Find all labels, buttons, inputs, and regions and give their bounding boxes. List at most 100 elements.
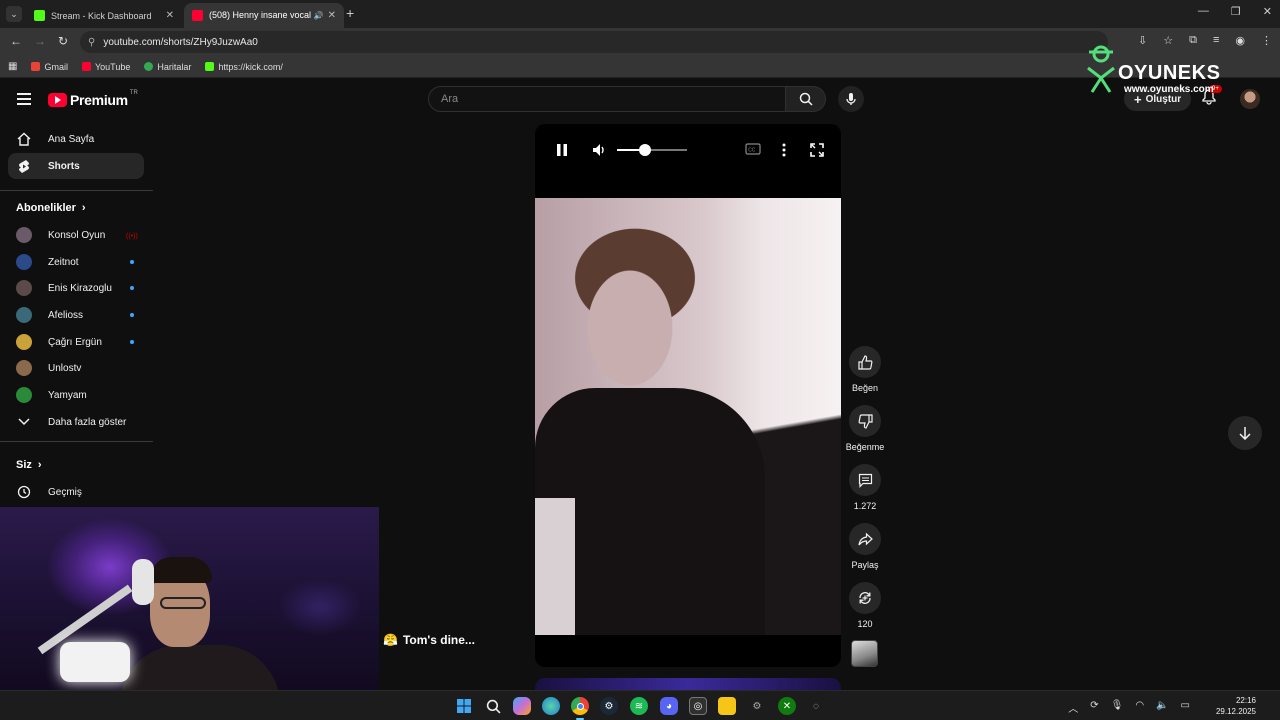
account-avatar[interactable]: [1240, 89, 1260, 109]
share-button[interactable]: Paylaş: [840, 523, 890, 570]
voice-search-button[interactable]: [838, 86, 864, 112]
chrome-icon[interactable]: [571, 697, 589, 715]
windows-start-icon[interactable]: [455, 697, 473, 715]
tab-search-button[interactable]: ⌄: [6, 6, 22, 22]
system-clock[interactable]: 22:16 29.12.2025: [1216, 695, 1256, 717]
tab-kick-dashboard[interactable]: Stream - Kick Dashboard ✕: [26, 3, 182, 28]
search-input[interactable]: Ara: [428, 86, 786, 112]
minimize-icon[interactable]: —: [1198, 5, 1209, 18]
captions-icon: CC: [745, 143, 761, 155]
sound-thumbnail[interactable]: [851, 640, 878, 667]
video-frame[interactable]: [535, 198, 841, 635]
chevron-right-icon: ›: [37, 459, 42, 471]
channel-avatar: [16, 280, 32, 296]
gmail-icon: [31, 62, 41, 71]
remix-button[interactable]: 120: [840, 582, 890, 629]
studio-microphone: [60, 642, 130, 682]
dislike-button[interactable]: Beğenme: [840, 405, 890, 452]
fullscreen-button[interactable]: [809, 142, 825, 163]
sidebar-channel-zeitnot[interactable]: Zeitnot: [8, 249, 144, 275]
sidebar-channel-afelioss[interactable]: Afelioss: [8, 302, 144, 328]
video-caption[interactable]: 😤 Tom's dine...: [383, 633, 475, 647]
bookmark-gmail[interactable]: Gmail: [31, 62, 68, 72]
bookmark-youtube[interactable]: YouTube: [81, 62, 130, 72]
bookmark-maps[interactable]: Haritalar: [144, 62, 191, 72]
mute-button[interactable]: [591, 142, 607, 163]
sidebar-channel-yamyam[interactable]: Yamyam: [8, 382, 144, 408]
search-icon[interactable]: [484, 697, 502, 715]
sidebar-channel-konsol-oyun[interactable]: Konsol Oyun ((•)): [8, 222, 144, 248]
close-tab-icon[interactable]: ✕: [328, 10, 336, 21]
volume-slider[interactable]: [617, 144, 687, 156]
caption-text: Tom's dine...: [402, 633, 475, 647]
pause-button[interactable]: [555, 142, 569, 163]
menu-kebab-icon[interactable]: ⋮: [1261, 34, 1272, 47]
tab-youtube-short[interactable]: (508) Henny insane vocal 🔥 🔊 ✕: [184, 3, 344, 28]
new-content-dot: [130, 340, 134, 344]
headphone-icon: [132, 559, 154, 605]
reload-icon[interactable]: ↻: [58, 34, 68, 48]
new-tab-button[interactable]: +: [346, 5, 354, 21]
edge-icon[interactable]: [542, 697, 560, 715]
show-more-button[interactable]: Daha fazla göster: [8, 409, 144, 435]
file-explorer-icon[interactable]: [718, 697, 736, 715]
wifi-icon[interactable]: ◠: [1135, 700, 1144, 715]
sidebar-item-history[interactable]: Geçmiş: [8, 479, 144, 505]
captions-button[interactable]: CC: [745, 142, 761, 161]
close-tab-icon[interactable]: ✕: [166, 10, 174, 21]
subscriptions-heading[interactable]: Abonelikler ›: [16, 202, 86, 214]
close-window-icon[interactable]: ✕: [1263, 5, 1272, 18]
shorts-player[interactable]: CC: [535, 124, 841, 667]
apps-grid-icon[interactable]: ▦: [8, 61, 17, 72]
extra-app-icon[interactable]: ◌: [807, 697, 825, 715]
channel-avatar: [16, 254, 32, 270]
sidebar-item-shorts[interactable]: Shorts: [8, 153, 144, 179]
sync-icon[interactable]: ⟳: [1090, 700, 1098, 715]
tab-title: (508) Henny insane vocal 🔥: [209, 10, 314, 20]
xbox-icon[interactable]: ✕: [778, 697, 796, 715]
steam-icon[interactable]: ⚙: [600, 697, 618, 715]
next-short-button[interactable]: [1228, 416, 1262, 450]
forward-icon[interactable]: →: [34, 34, 46, 48]
sidebar-item-home[interactable]: Ana Sayfa: [8, 126, 144, 152]
speaker-icon[interactable]: 🔊: [314, 11, 324, 20]
guide-menu-icon[interactable]: [17, 93, 31, 105]
guide-sidebar: Ana Sayfa Shorts Abonelikler › Konsol Oyu…: [0, 120, 153, 508]
bookmark-kick[interactable]: https://kick.com/: [205, 62, 283, 72]
more-options-button[interactable]: [778, 142, 790, 163]
history-icon: [16, 484, 32, 500]
spotify-icon[interactable]: ≋: [630, 697, 648, 715]
sidebar-channel-unlostv[interactable]: Unlostv: [8, 355, 144, 381]
comments-button[interactable]: 1.272: [840, 464, 890, 511]
copilot-icon[interactable]: [513, 697, 531, 715]
you-heading[interactable]: Siz ›: [16, 459, 42, 471]
back-icon[interactable]: ←: [10, 34, 22, 48]
mic-tray-icon[interactable]: 🎙: [1111, 700, 1124, 715]
omnibox[interactable]: ⚲ youtube.com/shorts/ZHy9JuzwAa0: [80, 31, 1108, 53]
youtube-logo[interactable]: Premium TR: [48, 90, 138, 108]
chevron-up-icon[interactable]: ︿: [1068, 700, 1078, 715]
search-button[interactable]: [786, 86, 826, 112]
url-text[interactable]: youtube.com/shorts/ZHy9JuzwAa0: [103, 37, 258, 48]
oyuneks-watermark: OYUNEKS www.oyuneks.com: [1084, 44, 1234, 96]
discord-icon[interactable]: ◕: [660, 697, 678, 715]
site-info-icon[interactable]: ⚲: [88, 37, 95, 48]
restore-icon[interactable]: ❐: [1231, 5, 1241, 18]
search-icon: [799, 92, 813, 106]
show-more-label: Daha fazla göster: [48, 416, 127, 428]
sidebar-item-label: Geçmiş: [48, 486, 82, 498]
video-subject-shirt: [535, 498, 575, 635]
battery-icon[interactable]: ▭: [1181, 700, 1190, 715]
next-short-preview[interactable]: [535, 678, 841, 690]
new-content-dot: [130, 286, 134, 290]
profile-icon[interactable]: ◉: [1235, 34, 1245, 47]
volume-tray-icon[interactable]: 🔈: [1156, 700, 1168, 715]
bookmark-label: Haritalar: [157, 61, 192, 72]
obs-icon[interactable]: ◎: [689, 697, 707, 715]
volume-knob[interactable]: [639, 144, 651, 156]
sidebar-channel-enis-kirazoglu[interactable]: Enis Kirazoglu: [8, 275, 144, 301]
sidebar-channel-cagri-ergun[interactable]: Çağrı Ergün: [8, 329, 144, 355]
settings-icon[interactable]: ⚙: [748, 697, 766, 715]
like-button[interactable]: Beğen: [840, 346, 890, 393]
comments-count: 1.272: [853, 501, 877, 511]
